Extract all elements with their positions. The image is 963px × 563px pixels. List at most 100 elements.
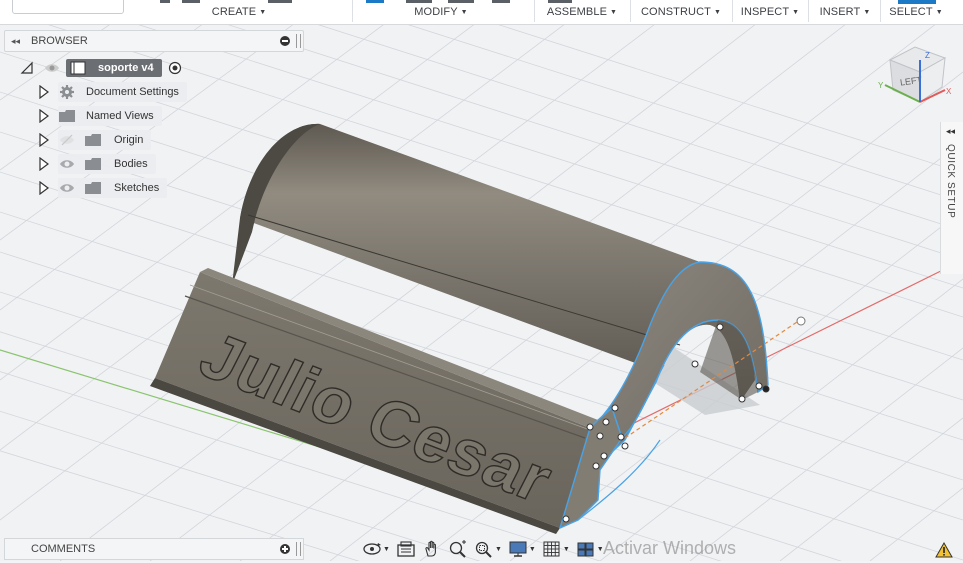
- navigation-bar: ▼ ▼ ▼ ▼ ▼: [362, 538, 610, 560]
- toolbar-divider: [808, 0, 809, 22]
- collapse-left-icon[interactable]: ◂◂: [11, 36, 25, 47]
- inspect-menu-label: INSPECT: [740, 6, 790, 18]
- look-at-icon: [397, 541, 415, 557]
- tree-item-label: Named Views: [86, 110, 154, 122]
- select-menu[interactable]: SELECT ▼: [886, 0, 946, 24]
- look-at-button[interactable]: [396, 540, 416, 558]
- axis-y-label: Y: [878, 81, 884, 90]
- toolbar-icon-stub: [492, 0, 510, 3]
- expand-triangle-icon[interactable]: [38, 157, 50, 171]
- tree-item-label: Document Settings: [86, 86, 179, 98]
- pan-hand-icon: [425, 540, 436, 557]
- expand-triangle-icon[interactable]: [38, 181, 50, 195]
- create-menu[interactable]: CREATE ▼: [200, 0, 278, 24]
- expand-triangle-icon[interactable]: [38, 85, 50, 99]
- insert-menu-label: INSERT: [819, 6, 861, 18]
- chevron-down-icon: ▼: [935, 8, 943, 16]
- pan-button[interactable]: [422, 540, 442, 558]
- assemble-menu[interactable]: ASSEMBLE ▼: [542, 0, 622, 24]
- browser-title: BROWSER: [31, 35, 88, 47]
- chevron-down-icon: ▼: [792, 8, 800, 16]
- toolbar-icon-stub: [366, 0, 384, 3]
- windows-activation-watermark: Activar Windows: [603, 538, 737, 558]
- chevron-down-icon: ▼: [494, 545, 502, 553]
- construct-menu-label: CONSTRUCT: [641, 6, 711, 18]
- viewports-button[interactable]: ▼: [576, 540, 604, 558]
- toolbar-divider: [352, 0, 353, 22]
- inspect-menu[interactable]: INSPECT ▼: [738, 0, 802, 24]
- expanded-triangle-icon[interactable]: [20, 61, 34, 75]
- chevron-down-icon: ▼: [383, 545, 390, 553]
- toolbar-divider: [732, 0, 733, 22]
- panel-grip-icon[interactable]: [296, 542, 301, 556]
- quick-setup-panel[interactable]: ◂◂ QUICK SETUP: [940, 122, 963, 274]
- toolbar-divider: [534, 0, 535, 22]
- tree-item-document-settings[interactable]: Document Settings: [38, 82, 187, 102]
- warning-icon[interactable]: [935, 541, 953, 563]
- tree-item-origin[interactable]: Origin: [38, 130, 152, 150]
- add-comment-icon[interactable]: [280, 544, 290, 554]
- comments-panel[interactable]: COMMENTS: [4, 538, 304, 560]
- grid-icon: [543, 541, 560, 557]
- zoom-button[interactable]: [448, 540, 468, 558]
- grid-settings-button[interactable]: ▼: [542, 540, 570, 558]
- display-settings-button[interactable]: ▼: [508, 540, 536, 558]
- browser-root-node[interactable]: soporte v4: [20, 58, 182, 78]
- tree-item-label: Origin: [114, 134, 144, 146]
- chevron-down-icon: ▼: [610, 8, 618, 16]
- folder-icon: [58, 108, 76, 124]
- orbit-button[interactable]: ▼: [362, 540, 390, 558]
- tree-item-sketches[interactable]: Sketches: [38, 178, 168, 198]
- zoom-window-icon: [475, 541, 492, 558]
- expand-left-icon[interactable]: ◂◂: [946, 126, 955, 137]
- component-pill[interactable]: soporte v4: [66, 59, 162, 77]
- activate-radio-icon[interactable]: [168, 61, 182, 75]
- quick-setup-label: QUICK SETUP: [945, 144, 956, 219]
- modify-menu[interactable]: MODIFY ▼: [402, 0, 480, 24]
- folder-icon: [84, 132, 102, 148]
- eye-icon[interactable]: [58, 180, 76, 196]
- insert-menu[interactable]: INSERT ▼: [814, 0, 876, 24]
- assemble-menu-label: ASSEMBLE: [546, 6, 608, 18]
- construct-menu[interactable]: CONSTRUCT ▼: [636, 0, 726, 24]
- browser-panel-header[interactable]: ◂◂ BROWSER: [4, 30, 304, 52]
- folder-icon: [84, 156, 102, 172]
- toolbar-workspace-field[interactable]: [12, 0, 124, 14]
- toolbar-icon-stub: [182, 0, 200, 3]
- tree-item-bodies[interactable]: Bodies: [38, 154, 156, 174]
- tree-item-label: Bodies: [114, 158, 148, 170]
- modify-menu-label: MODIFY: [414, 6, 458, 18]
- chevron-down-icon: ▼: [863, 8, 871, 16]
- chevron-down-icon: ▼: [460, 8, 468, 16]
- expand-triangle-icon[interactable]: [38, 133, 50, 147]
- tree-item-named-views[interactable]: Named Views: [38, 106, 162, 126]
- toolbar-divider: [630, 0, 631, 22]
- gear-icon: [58, 84, 76, 100]
- top-toolbar: CREATE ▼ MODIFY ▼ ASSEMBLE ▼ CONSTRUCT ▼ INS…: [0, 0, 963, 25]
- sketch-endpoint[interactable]: [796, 316, 806, 326]
- folder-icon: [84, 180, 102, 196]
- expand-triangle-icon[interactable]: [38, 109, 50, 123]
- chevron-down-icon: ▼: [259, 8, 267, 16]
- comments-title: COMMENTS: [31, 543, 96, 555]
- zoom-window-button[interactable]: ▼: [474, 540, 502, 558]
- tree-item-label: Sketches: [114, 182, 160, 194]
- viewports-icon: [577, 542, 594, 557]
- monitor-icon: [509, 541, 527, 557]
- axis-z-label: Z: [925, 51, 930, 60]
- toolbar-icon-stub: [160, 0, 170, 3]
- eye-icon[interactable]: [58, 156, 76, 172]
- chevron-down-icon: ▼: [562, 545, 570, 553]
- chevron-down-icon: ▼: [528, 545, 536, 553]
- select-menu-label: SELECT: [889, 6, 933, 18]
- root-label: soporte v4: [98, 62, 154, 74]
- minimize-icon[interactable]: [280, 36, 290, 46]
- create-menu-label: CREATE: [211, 6, 257, 18]
- component-icon: [70, 61, 86, 75]
- orbit-icon: [363, 543, 381, 555]
- eye-hidden-icon[interactable]: [58, 132, 76, 148]
- zoom-icon: [449, 540, 466, 558]
- panel-grip-icon[interactable]: [296, 34, 301, 48]
- toolbar-divider: [880, 0, 881, 22]
- eye-icon[interactable]: [44, 62, 60, 74]
